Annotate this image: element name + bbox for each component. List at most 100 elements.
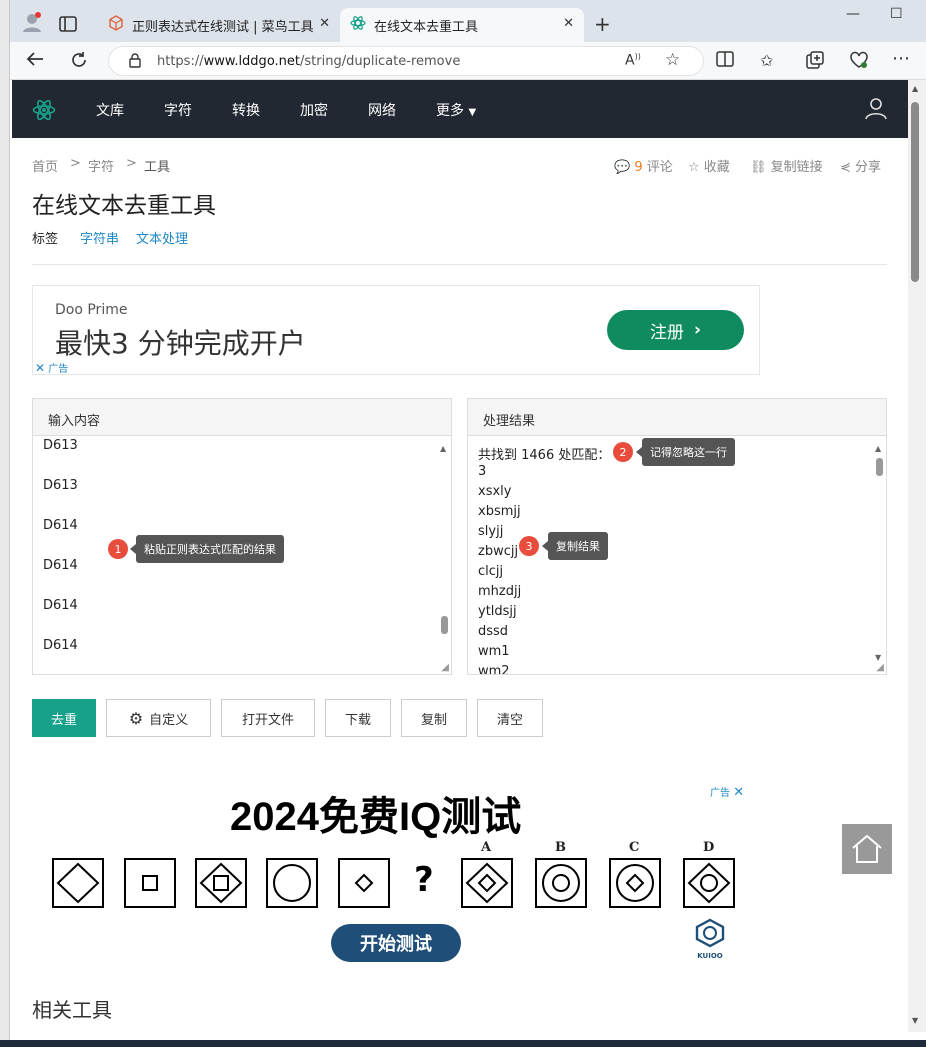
puzzle-small-diamond-icon [338, 858, 390, 908]
gear-icon: ⚙ [128, 708, 144, 728]
user-account-icon[interactable] [864, 96, 888, 124]
dedupe-button[interactable]: 去重 [32, 699, 96, 737]
scroll-up-icon[interactable]: ▲ [875, 444, 881, 453]
start-test-button[interactable]: 开始测试 [331, 924, 461, 962]
page-scrollbar[interactable]: ▲ ▼ [908, 80, 926, 1032]
nav-item-library[interactable]: 文库 [96, 100, 124, 120]
input-line: D614 [43, 558, 78, 573]
tab-actions-icon[interactable] [56, 12, 80, 36]
url-scheme: https:// [157, 53, 204, 69]
iq-test-ad[interactable]: 2024免费IQ测试 广告 ✕ ? A B C D 开始测试 KUIOO [32, 778, 752, 968]
page-title: 在线文本去重工具 [32, 193, 216, 219]
browser-essentials-icon[interactable] [850, 51, 868, 73]
download-button[interactable]: 下载 [325, 699, 391, 737]
breadcrumb-string[interactable]: 字符 [88, 156, 114, 175]
nav-item-more[interactable]: 更多 ▼ [436, 100, 476, 120]
annotation-tip-1: 粘贴正则表达式匹配的结果 [130, 535, 284, 563]
copy-link-label: 复制链接 [770, 160, 823, 175]
open-file-button[interactable]: 打开文件 [221, 699, 315, 737]
nav-item-network[interactable]: 网络 [368, 100, 396, 120]
profile-avatar-icon[interactable] [20, 10, 44, 34]
ad-brand: Doo Prime [55, 302, 128, 318]
tag-text-processing[interactable]: 文本处理 [136, 228, 188, 247]
page-content: 首页 > 字符 > 工具 💬 9 评论 ☆ 收藏 ⛓ 复制链接 ⋞ 分享 在线文… [12, 138, 908, 1038]
scrollbar-thumb[interactable] [911, 102, 919, 282]
scroll-down-icon[interactable]: ▼ [912, 1016, 918, 1025]
close-tab-icon[interactable]: ✕ [319, 16, 330, 31]
caret-down-icon: ▼ [468, 107, 477, 118]
custom-label: 自定义 [149, 712, 189, 728]
tags-label: 标签 [32, 232, 59, 247]
output-line: slyjj [478, 524, 504, 539]
option-c-icon [609, 858, 661, 908]
breadcrumb-tools[interactable]: 工具 [144, 156, 170, 175]
custom-button[interactable]: ⚙ 自定义 [106, 699, 211, 737]
nav-item-string[interactable]: 字符 [164, 100, 192, 120]
ad-slogan: 最快3 分钟完成开户 [55, 327, 306, 360]
ad-register-button[interactable]: 注册 › [607, 310, 744, 350]
back-arrow-icon[interactable] [26, 51, 44, 71]
url-field[interactable]: https://www.lddgo.net/string/duplicate-r… [108, 46, 704, 76]
copy-link-action[interactable]: ⛓ 复制链接 [750, 156, 823, 175]
favorite-star-icon[interactable]: ☆ [665, 50, 680, 70]
resize-handle-icon[interactable]: ◢ [876, 662, 884, 673]
tab-dedupe-tool[interactable]: 在线文本去重工具 ✕ [340, 8, 584, 42]
input-scrollbar-thumb[interactable] [441, 616, 448, 634]
collect-action[interactable]: ☆ 收藏 [688, 156, 730, 175]
breadcrumb-home[interactable]: 首页 [32, 156, 58, 175]
site-logo-icon[interactable] [32, 98, 56, 126]
share-action[interactable]: ⋞ 分享 [840, 156, 881, 175]
collections-icon[interactable] [806, 51, 824, 73]
input-panel-header: 输入内容 [33, 399, 451, 436]
clear-button[interactable]: 清空 [477, 699, 543, 737]
option-d-icon [683, 858, 735, 908]
maximize-icon[interactable]: ☐ [890, 6, 903, 22]
link-icon: ⛓ [750, 160, 767, 175]
output-line: mhzdjj [478, 584, 522, 599]
close-ad-icon: ✕ [35, 361, 46, 375]
nav-item-convert[interactable]: 转换 [232, 100, 260, 120]
annotation-badge-3: 3 [519, 536, 539, 556]
copy-button[interactable]: 复制 [401, 699, 467, 737]
comment-label: 评论 [646, 160, 673, 175]
input-line: D614 [43, 638, 78, 653]
ad-headline: 2024免费IQ测试 [230, 795, 522, 839]
option-b-icon [535, 858, 587, 908]
chevron-right-icon: › [693, 320, 701, 340]
background-window-edge [0, 0, 10, 1047]
tab-regex-test[interactable]: 正则表达式在线测试 | 菜鸟工具 ✕ [98, 8, 340, 42]
output-scrollbar-thumb[interactable] [876, 458, 883, 476]
close-tab-icon[interactable]: ✕ [563, 16, 574, 31]
read-aloud-icon[interactable]: A)) [625, 52, 641, 69]
split-screen-icon[interactable] [716, 51, 734, 71]
breadcrumb-separator: > [70, 156, 81, 171]
ad-register-label: 注册 [649, 322, 684, 343]
option-letter-a: A [481, 840, 492, 855]
resize-handle-icon[interactable]: ◢ [441, 662, 449, 673]
favorites-icon[interactable]: ✩ [760, 51, 773, 70]
scroll-down-icon[interactable]: ▼ [875, 653, 881, 662]
more-options-icon[interactable]: ⋯ [892, 48, 910, 69]
ad-choice[interactable]: 广告 ✕ [710, 784, 744, 800]
ad-choice[interactable]: ✕ 广告 [35, 360, 68, 375]
new-tab-icon[interactable]: + [594, 12, 611, 36]
tag-string[interactable]: 字符串 [80, 228, 119, 247]
comment-action[interactable]: 💬 9 评论 [614, 156, 673, 175]
output-scrollbar[interactable]: ▲ ▼ [873, 442, 885, 662]
refresh-icon[interactable] [70, 51, 88, 73]
input-scrollbar[interactable]: ▲ [438, 442, 450, 660]
top-ad-banner[interactable]: Doo Prime 最快3 分钟完成开户 注册 › ✕ 广告 [32, 285, 760, 375]
minimize-icon[interactable]: — [846, 6, 860, 22]
url-host: www.lddgo.net [203, 53, 301, 69]
output-line: 共找到 1466 处匹配： [478, 448, 611, 463]
puzzle-square-icon [124, 858, 176, 908]
output-line: xsxly [478, 484, 512, 499]
input-line: D614 [43, 518, 78, 533]
home-icon [852, 834, 882, 863]
scroll-up-icon[interactable]: ▲ [912, 84, 918, 93]
atom-icon [350, 15, 366, 35]
back-to-top-button[interactable] [842, 824, 892, 874]
scroll-up-icon[interactable]: ▲ [440, 444, 446, 453]
nav-item-encrypt[interactable]: 加密 [300, 100, 328, 120]
cube-icon [108, 15, 124, 35]
